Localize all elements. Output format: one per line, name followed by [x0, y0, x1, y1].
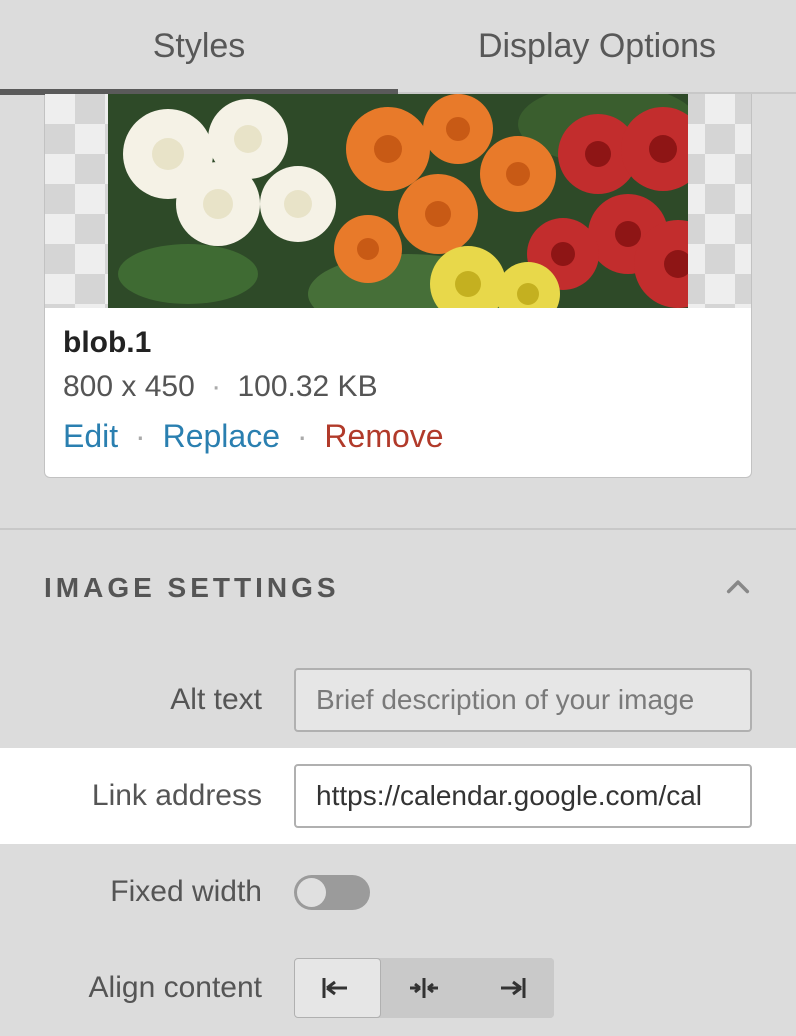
- image-card: blob.1 800 x 450 · 100.32 KB Edit · Repl…: [0, 94, 796, 478]
- fixed-width-row: Fixed width: [0, 844, 796, 940]
- align-right-button[interactable]: [467, 958, 554, 1018]
- align-content-label: Align content: [44, 971, 294, 1005]
- image-dimensions: 800 x 450: [63, 370, 195, 403]
- image-filesize: 100.32 KB: [237, 370, 377, 403]
- alt-text-row: Alt text: [0, 652, 796, 748]
- link-address-input[interactable]: [294, 764, 752, 828]
- remove-link[interactable]: Remove: [324, 418, 443, 454]
- image-preview[interactable]: [45, 94, 751, 308]
- replace-link[interactable]: Replace: [163, 418, 280, 454]
- section-header[interactable]: IMAGE SETTINGS: [0, 530, 796, 652]
- align-right-icon: [493, 974, 529, 1002]
- separator-dot: ·: [203, 370, 229, 403]
- edit-link[interactable]: Edit: [63, 418, 118, 454]
- tab-styles[interactable]: Styles: [0, 0, 398, 92]
- alt-text-label: Alt text: [44, 683, 294, 717]
- tab-display-options[interactable]: Display Options: [398, 0, 796, 92]
- align-content-group: [294, 958, 554, 1018]
- separator-dot: ·: [127, 418, 154, 454]
- toggle-knob: [297, 878, 326, 907]
- tab-styles-label: Styles: [153, 27, 246, 66]
- align-left-button[interactable]: [294, 958, 381, 1018]
- fixed-width-toggle[interactable]: [294, 875, 370, 910]
- alt-text-input[interactable]: [294, 668, 752, 732]
- align-left-icon: [319, 974, 355, 1002]
- section-title: IMAGE SETTINGS: [44, 572, 340, 604]
- fixed-width-label: Fixed width: [44, 875, 294, 909]
- separator-dot: ·: [289, 418, 316, 454]
- tab-display-options-label: Display Options: [478, 27, 716, 66]
- link-address-row: Link address: [0, 748, 796, 844]
- tabs: Styles Display Options: [0, 0, 796, 94]
- chevron-up-icon: [724, 574, 752, 602]
- image-actions: Edit · Replace · Remove: [63, 418, 733, 455]
- align-content-row: Align content: [0, 940, 796, 1036]
- align-center-button[interactable]: [381, 958, 468, 1018]
- image-thumbnail: [108, 94, 688, 308]
- image-filename: blob.1: [63, 326, 733, 360]
- align-center-icon: [406, 974, 442, 1002]
- link-address-label: Link address: [44, 779, 294, 813]
- image-dimensions-row: 800 x 450 · 100.32 KB: [63, 370, 733, 404]
